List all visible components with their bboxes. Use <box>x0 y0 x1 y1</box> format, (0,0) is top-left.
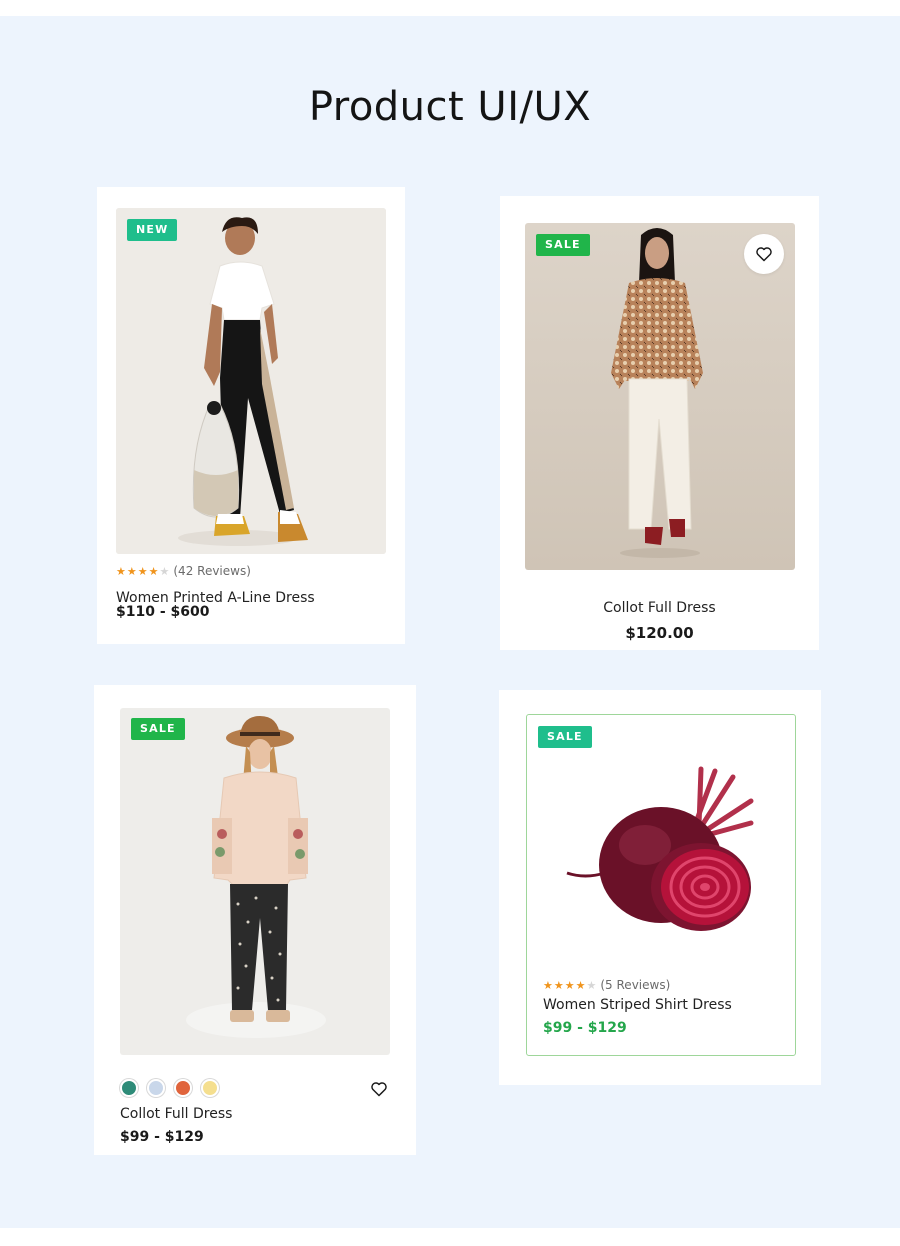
color-swatch-teal[interactable] <box>120 1079 138 1097</box>
product-card-3[interactable]: SALE Collot Full Dress $99 - $129 <box>94 685 416 1155</box>
heart-icon <box>756 247 772 262</box>
sale-badge: SALE <box>131 718 185 740</box>
heart-icon <box>371 1082 387 1097</box>
product-name[interactable]: Collot Full Dress <box>500 600 819 616</box>
product-name[interactable]: Collot Full Dress <box>120 1106 232 1122</box>
review-count: (42 Reviews) <box>173 564 251 578</box>
star-icon: ★ <box>126 564 137 578</box>
product-showcase-section: Product UI/UX NEW ★ ★ ★ ★ ★ (42 Reviews)… <box>0 16 900 1228</box>
star-rating: ★ ★ ★ ★ ★ (5 Reviews) <box>543 978 670 992</box>
product-card-4[interactable]: SALE ★ ★ ★ ★ ★ (5 Reviews) Women Striped… <box>499 690 821 1085</box>
product-image-1[interactable]: NEW <box>116 208 386 554</box>
product-price: $99 - $129 <box>120 1129 204 1145</box>
star-icon: ★ <box>564 978 575 992</box>
page-title: Product UI/UX <box>308 84 592 130</box>
color-swatch-yellow[interactable] <box>201 1079 219 1097</box>
model-photo-1 <box>116 208 386 554</box>
color-swatch-light-blue[interactable] <box>147 1079 165 1097</box>
star-empty-icon: ★ <box>586 978 597 992</box>
product-name[interactable]: Women Striped Shirt Dress <box>543 997 732 1013</box>
product-card-inner[interactable]: SALE ★ ★ ★ ★ ★ (5 Reviews) Women Striped… <box>526 714 796 1056</box>
star-rating: ★ ★ ★ ★ ★ (42 Reviews) <box>116 564 251 578</box>
color-swatch-orange[interactable] <box>174 1079 192 1097</box>
sale-badge: SALE <box>536 234 590 256</box>
star-icon: ★ <box>137 564 148 578</box>
sale-badge: SALE <box>538 726 592 748</box>
star-icon: ★ <box>553 978 564 992</box>
star-empty-icon: ★ <box>159 564 170 578</box>
product-image-3[interactable]: SALE <box>120 708 390 1055</box>
product-price: $110 - $600 <box>116 604 210 620</box>
model-photo-3 <box>120 708 390 1055</box>
product-price: $99 - $129 <box>543 1020 627 1036</box>
review-count: (5 Reviews) <box>600 978 671 992</box>
wishlist-button[interactable] <box>744 234 784 274</box>
product-image-2[interactable]: SALE <box>525 223 795 570</box>
product-card-2[interactable]: SALE Collot Full Dress $120.00 <box>500 196 819 650</box>
product-price: $120.00 <box>625 624 694 642</box>
wishlist-button[interactable] <box>369 1079 389 1099</box>
beetroot-image[interactable] <box>565 765 765 935</box>
product-card-1[interactable]: NEW ★ ★ ★ ★ ★ (42 Reviews) Women Printed… <box>97 187 405 644</box>
model-photo-2 <box>525 223 795 570</box>
new-badge: NEW <box>127 219 178 241</box>
star-icon: ★ <box>116 564 126 578</box>
star-icon: ★ <box>575 978 586 992</box>
star-icon: ★ <box>543 978 553 992</box>
star-icon: ★ <box>148 564 159 578</box>
